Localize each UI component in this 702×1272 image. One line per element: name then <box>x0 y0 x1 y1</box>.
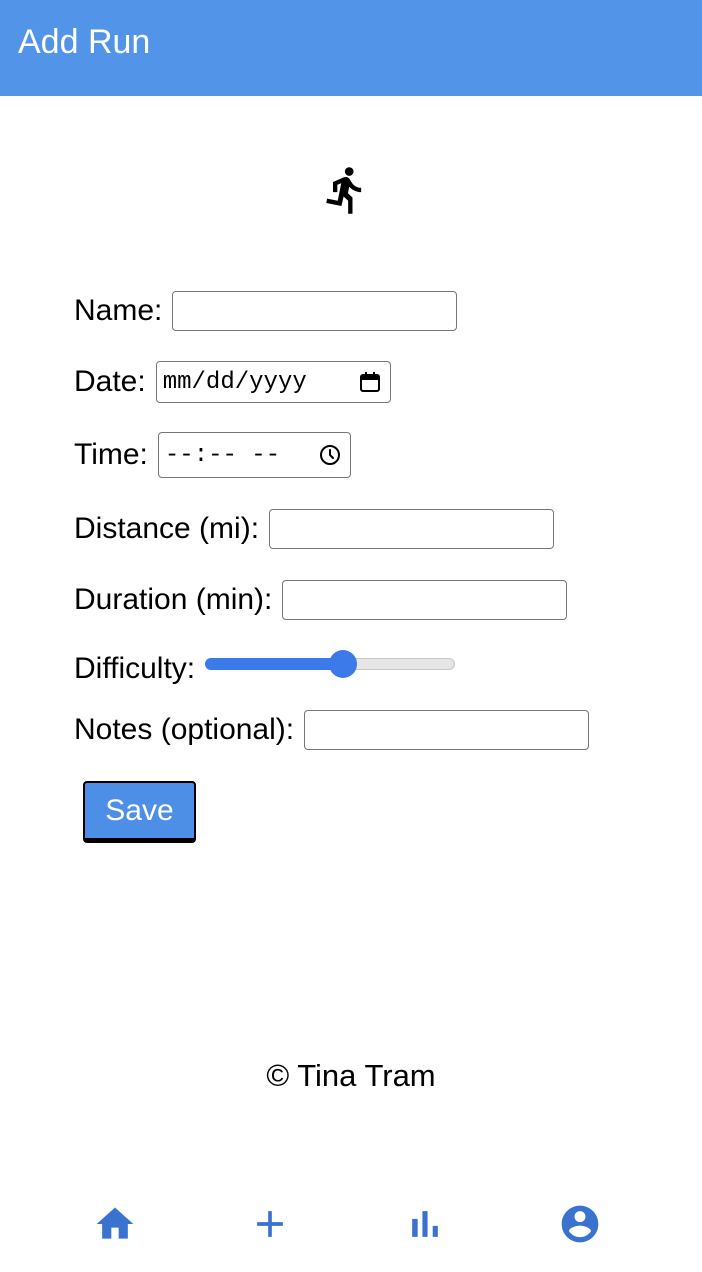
time-label: Time: <box>74 438 148 471</box>
bar-chart-icon[interactable] <box>403 1202 447 1246</box>
name-row: Name: <box>74 289 458 333</box>
home-icon[interactable] <box>93 1202 137 1246</box>
date-label: Date: <box>74 365 146 398</box>
account-circle-icon[interactable] <box>558 1202 602 1246</box>
notes-row: Notes (optional): <box>74 708 590 752</box>
distance-row: Distance (mi): <box>74 507 555 551</box>
time-input[interactable]: --:-- -- <box>157 432 351 478</box>
copyright-footer: © Tina Tram <box>266 1058 436 1093</box>
duration-row: Duration (min): <box>74 578 568 622</box>
calendar-icon[interactable] <box>358 370 382 394</box>
duration-input[interactable] <box>282 580 568 620</box>
page-title: Add Run <box>18 23 151 61</box>
save-button[interactable]: Save <box>83 781 196 843</box>
distance-input[interactable] <box>269 509 555 549</box>
difficulty-label: Difficulty: <box>74 652 196 685</box>
notes-label: Notes (optional): <box>74 713 295 746</box>
slider-fill <box>205 658 343 670</box>
name-input[interactable] <box>172 291 458 331</box>
time-placeholder: --:-- -- <box>164 441 281 469</box>
slider-thumb[interactable] <box>328 650 357 678</box>
distance-label: Distance (mi): <box>74 512 260 545</box>
duration-label: Duration (min): <box>74 583 273 616</box>
time-row: Time: --:-- -- <box>74 432 351 478</box>
clock-icon[interactable] <box>318 443 342 467</box>
bottom-nav <box>0 1190 702 1260</box>
add-icon[interactable] <box>248 1202 292 1246</box>
difficulty-slider[interactable] <box>205 649 456 679</box>
directions-run-icon <box>326 167 362 214</box>
notes-input[interactable] <box>304 710 590 750</box>
date-placeholder: mm/dd/yyyy <box>162 368 307 396</box>
app-header: Add Run <box>0 0 702 96</box>
difficulty-row: Difficulty: <box>74 647 456 691</box>
date-input[interactable]: mm/dd/yyyy <box>155 361 391 403</box>
name-label: Name: <box>74 294 163 327</box>
date-row: Date: mm/dd/yyyy <box>74 360 391 404</box>
